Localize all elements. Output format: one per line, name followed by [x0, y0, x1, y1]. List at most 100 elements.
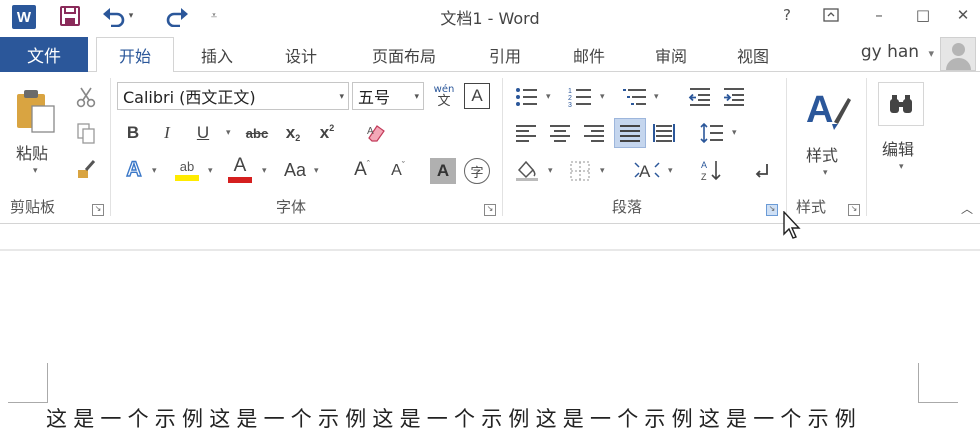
user-dropdown-icon: ▾: [928, 47, 934, 60]
highlight-color-icon[interactable]: ab: [170, 154, 204, 186]
paragraph-group-label: 段落: [612, 198, 643, 216]
increase-indent-icon[interactable]: [720, 84, 748, 110]
editing-dropdown-icon[interactable]: ▾: [899, 162, 904, 172]
underline-button[interactable]: U: [190, 120, 216, 146]
avatar[interactable]: [940, 37, 976, 71]
borders-icon[interactable]: [566, 158, 594, 184]
styles-dropdown-icon[interactable]: ▾: [823, 168, 828, 178]
underline-dropdown-icon[interactable]: ▾: [226, 128, 231, 138]
document-area-top: [0, 225, 980, 251]
document-page[interactable]: 这是一个示例这是一个示例这是一个示例这是一个示例这是一个示例: [0, 253, 980, 436]
font-size-value: 五号: [358, 88, 391, 107]
font-size-combo[interactable]: 五号 ▾: [352, 82, 424, 110]
align-right-icon[interactable]: [580, 120, 608, 146]
font-launcher-icon[interactable]: ↘: [484, 204, 496, 216]
ribbon-home: 粘贴 ▾ 剪贴板 ↘ Calibri (西文正文) ▾ 五号 ▾ wén 文 A…: [0, 72, 980, 224]
character-border-icon[interactable]: A: [464, 83, 490, 109]
ribbon-display-options-icon[interactable]: [814, 2, 848, 28]
tab-view[interactable]: 视图: [720, 37, 786, 72]
bold-button[interactable]: B: [120, 120, 146, 146]
shrink-font-button[interactable]: Aˇ: [384, 158, 412, 184]
multilevel-list-icon[interactable]: [620, 84, 650, 110]
tab-page-layout[interactable]: 页面布局: [356, 37, 452, 72]
font-name-combo[interactable]: Calibri (西文正文) ▾: [117, 82, 349, 110]
font-color-icon[interactable]: A: [224, 154, 256, 186]
line-spacing-dropdown-icon[interactable]: ▾: [732, 128, 737, 138]
line-spacing-icon[interactable]: [698, 120, 726, 146]
sort-icon[interactable]: AZ: [698, 156, 726, 184]
tab-design[interactable]: 设计: [268, 37, 334, 72]
editing-button-label[interactable]: 编辑: [882, 136, 914, 160]
numbering-icon[interactable]: 123: [566, 84, 594, 110]
group-divider: [866, 78, 867, 216]
change-case-button[interactable]: Aa: [278, 156, 312, 184]
enclose-characters-button[interactable]: 字: [464, 158, 490, 184]
strikethrough-button[interactable]: abc: [242, 120, 272, 146]
tab-mailings[interactable]: 邮件: [556, 37, 622, 72]
tab-insert[interactable]: 插入: [184, 37, 250, 72]
chinese-layout-dropdown-icon[interactable]: ▾: [668, 166, 673, 176]
decrease-indent-icon[interactable]: [686, 84, 714, 110]
styles-icon[interactable]: A: [803, 82, 853, 138]
find-binoculars-icon[interactable]: [878, 82, 924, 126]
italic-button[interactable]: I: [154, 120, 180, 146]
text-effects-dropdown-icon[interactable]: ▾: [152, 166, 157, 176]
paste-label[interactable]: 粘贴: [16, 140, 48, 164]
margin-corner-right: [918, 363, 958, 403]
group-divider: [110, 78, 111, 216]
tab-home[interactable]: 开始: [96, 37, 174, 73]
svg-text:3: 3: [568, 102, 572, 108]
chinese-layout-icon[interactable]: A: [630, 156, 664, 184]
minimize-button[interactable]: –: [862, 2, 896, 28]
paste-icon[interactable]: [12, 86, 60, 136]
text-effects-icon[interactable]: A: [120, 156, 148, 184]
tab-references[interactable]: 引用: [472, 37, 538, 72]
font-name-dropdown-icon[interactable]: ▾: [339, 92, 344, 102]
copy-icon[interactable]: [72, 120, 100, 146]
title-bar: W ▾ ⩡ 文档1 - Word ? – □ ✕: [0, 0, 980, 34]
show-formatting-marks-icon[interactable]: [750, 158, 774, 184]
collapse-ribbon-icon[interactable]: ︿: [958, 200, 976, 216]
svg-text:2: 2: [568, 95, 572, 102]
font-group-label: 字体: [276, 198, 307, 216]
clipboard-launcher-icon[interactable]: ↘: [92, 204, 104, 216]
phonetic-guide-icon[interactable]: wén 文: [428, 80, 460, 112]
align-center-icon[interactable]: [546, 120, 574, 146]
bullets-icon[interactable]: [512, 84, 540, 110]
styles-button-label[interactable]: 样式: [806, 142, 838, 166]
mouse-cursor-icon: [783, 210, 805, 245]
clear-formatting-icon[interactable]: A: [362, 120, 390, 146]
font-color-dropdown-icon[interactable]: ▾: [262, 166, 267, 176]
maximize-button[interactable]: □: [906, 2, 940, 28]
align-left-icon[interactable]: [512, 120, 540, 146]
document-text[interactable]: 这是一个示例这是一个示例这是一个示例这是一个示例这是一个示例: [46, 403, 862, 433]
bullets-dropdown-icon[interactable]: ▾: [546, 92, 551, 102]
help-button[interactable]: ?: [770, 2, 804, 28]
group-divider: [786, 78, 787, 216]
group-divider: [502, 78, 503, 216]
paste-dropdown-icon[interactable]: ▾: [33, 166, 38, 176]
styles-launcher-icon[interactable]: ↘: [848, 204, 860, 216]
character-shading-button[interactable]: A: [430, 158, 456, 184]
numbering-dropdown-icon[interactable]: ▾: [600, 92, 605, 102]
superscript-button[interactable]: x2: [314, 120, 340, 146]
justify-icon[interactable]: [614, 118, 646, 148]
subscript-button[interactable]: x2: [280, 120, 306, 146]
tab-file[interactable]: 文件: [0, 37, 88, 72]
cut-icon[interactable]: [72, 84, 100, 110]
change-case-dropdown-icon[interactable]: ▾: [314, 166, 319, 176]
shading-dropdown-icon[interactable]: ▾: [548, 166, 553, 176]
paragraph-launcher-icon[interactable]: ↘: [766, 204, 778, 216]
close-button[interactable]: ✕: [946, 2, 980, 28]
font-size-dropdown-icon[interactable]: ▾: [414, 92, 419, 102]
multilevel-dropdown-icon[interactable]: ▾: [654, 92, 659, 102]
user-account[interactable]: gy han ▾: [861, 42, 934, 62]
borders-dropdown-icon[interactable]: ▾: [600, 166, 605, 176]
highlight-dropdown-icon[interactable]: ▾: [208, 166, 213, 176]
user-name: gy han: [860, 42, 920, 62]
grow-font-button[interactable]: Aˆ: [348, 156, 376, 184]
shading-icon[interactable]: [512, 156, 542, 184]
tab-review[interactable]: 审阅: [638, 37, 704, 72]
format-painter-icon[interactable]: [72, 156, 100, 182]
distributed-icon[interactable]: [650, 120, 678, 146]
